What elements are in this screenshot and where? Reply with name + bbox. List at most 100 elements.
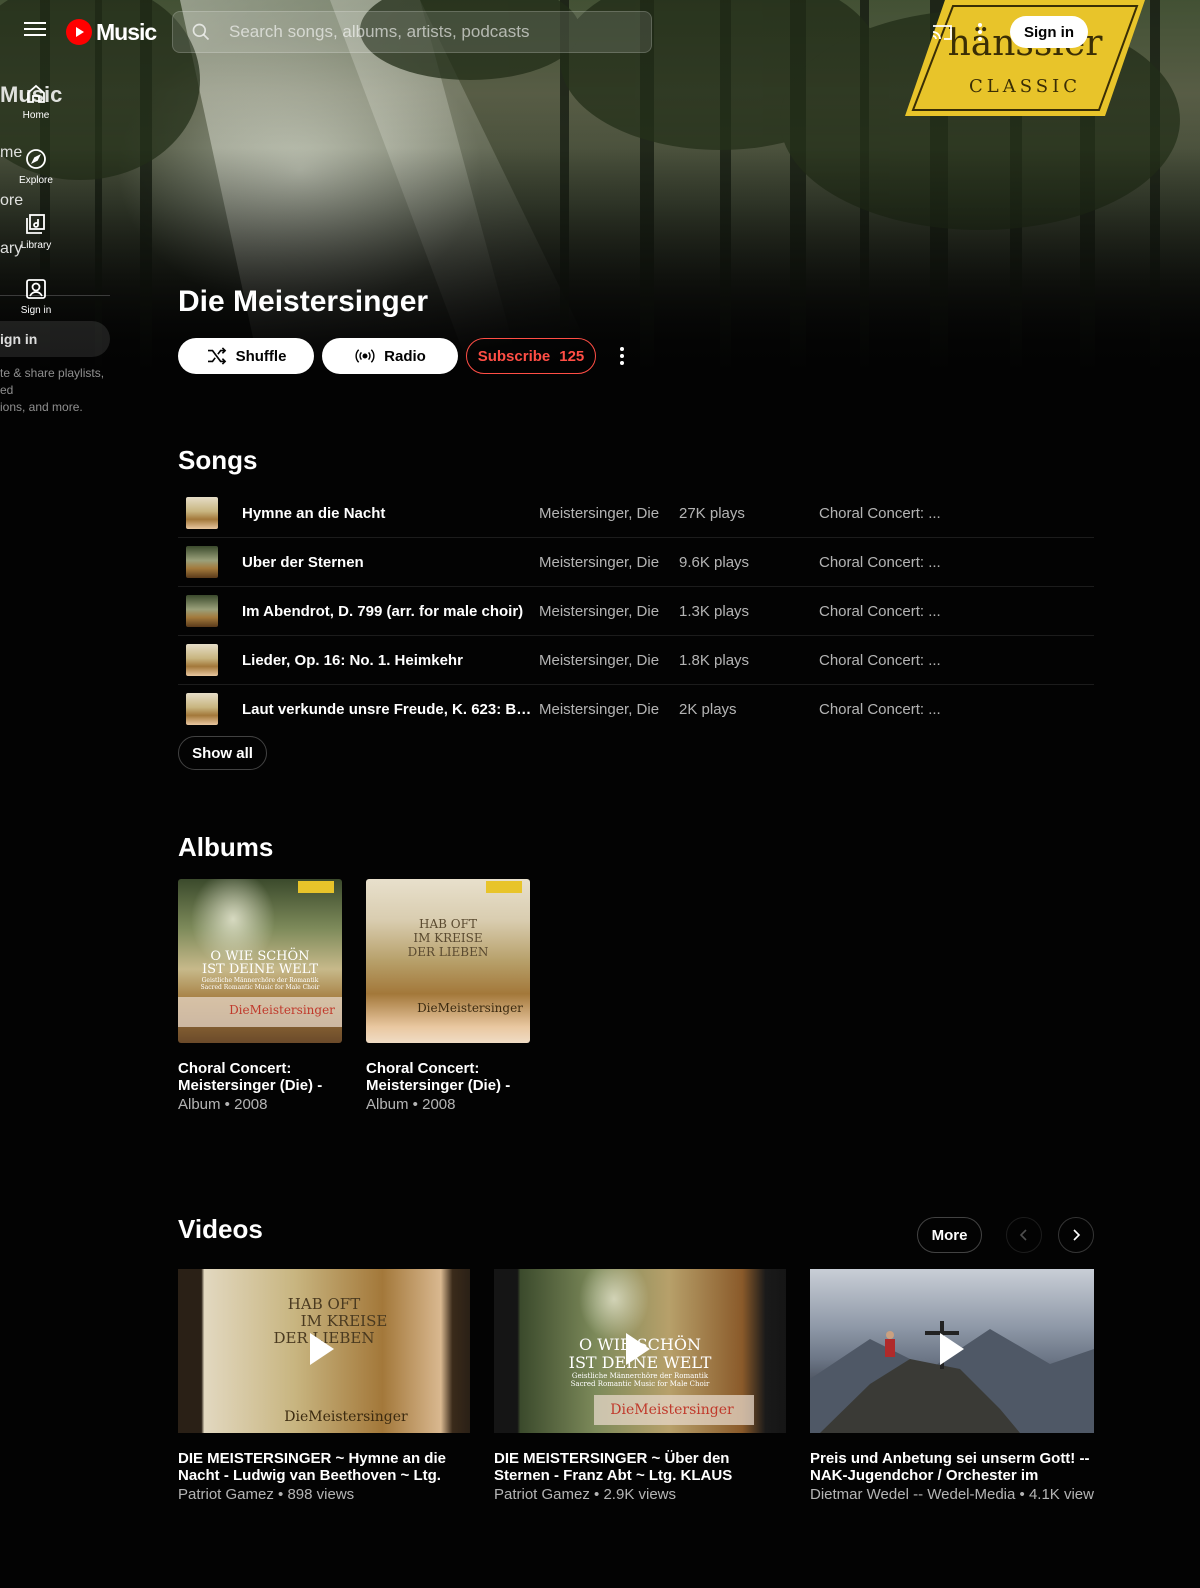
cover-subtitle: Sacred Romantic Music for Male Choir [200, 984, 320, 991]
song-artist[interactable]: Meistersinger, Die [539, 652, 659, 669]
song-artist[interactable]: Meistersinger, Die [539, 701, 659, 718]
song-title[interactable]: Im Abendrot, D. 799 (arr. for male choir… [242, 603, 532, 620]
song-album[interactable]: Choral Concert: ... [819, 652, 941, 669]
sidebar-item-label: Explore [19, 175, 53, 186]
thumbnail-title: IM KREISE [300, 1312, 388, 1330]
video-thumbnail[interactable]: O WIE SCHÖN IST DEINE WELT Geistliche Mä… [494, 1269, 786, 1433]
show-all-button[interactable]: Show all [178, 736, 267, 770]
play-icon [626, 1333, 650, 1365]
sidebar-item-library[interactable]: Library [0, 212, 72, 272]
album-title[interactable]: Choral Concert: Meistersinger (Die) - [178, 1060, 342, 1094]
subscribe-button[interactable]: Subscribe 125 [466, 338, 596, 374]
youtube-play-icon [66, 19, 92, 45]
home-icon [27, 84, 45, 103]
library-icon [26, 214, 45, 234]
thumbnail-title: HAB OFT [287, 1295, 361, 1313]
compass-icon [26, 149, 46, 169]
subscriber-count: 125 [559, 347, 585, 365]
song-plays: 27K plays [679, 505, 745, 522]
song-row[interactable]: Im Abendrot, D. 799 (arr. for male choir… [178, 587, 1094, 636]
video-card[interactable]: Preis und Anbetung sei unserm Gott! -- N… [810, 1269, 1094, 1503]
album-subtitle: Album • 2008 [366, 1096, 456, 1113]
videos-heading: Videos [178, 1214, 263, 1244]
sidebar-item-home[interactable]: Home [0, 82, 72, 142]
song-title[interactable]: Lieder, Op. 16: No. 1. Heimkehr [242, 652, 532, 669]
sidebar-item-label: Library [20, 240, 52, 251]
carousel-next-button[interactable] [1058, 1217, 1094, 1253]
video-card[interactable]: HAB OFT IM KREISE DER LIEBEN DieMeisters… [178, 1269, 470, 1503]
song-title[interactable]: Uber der Sternen [242, 554, 532, 571]
song-row[interactable]: Uber der Sternen Meistersinger, Die 9.6K p… [178, 538, 1094, 587]
top-bar: Music Sign in [0, 0, 1200, 64]
song-row[interactable]: Hymne an die Nacht Meistersinger, Die 27K … [178, 489, 1094, 538]
video-card[interactable]: O WIE SCHÖN IST DEINE WELT Geistliche Mä… [494, 1269, 786, 1503]
radio-label: Radio [384, 347, 426, 365]
song-plays: 1.8K plays [679, 652, 750, 669]
song-thumbnail[interactable] [186, 546, 218, 578]
song-title[interactable]: Laut verkunde unsre Freude, K. 623: Bru.… [242, 701, 532, 718]
song-thumbnail[interactable] [186, 497, 218, 529]
badge-sub-text: CLASSIC [969, 76, 1081, 97]
cast-icon[interactable] [930, 20, 954, 44]
account-icon [26, 279, 46, 299]
subscribe-label: Subscribe [477, 347, 551, 365]
song-thumbnail[interactable] [186, 644, 218, 676]
album-cover[interactable]: O WIE SCHÖN IST DEINE WELT Geistliche Mä… [178, 879, 342, 1043]
search-input[interactable] [229, 22, 629, 42]
song-plays: 1.3K plays [679, 603, 750, 620]
albums-heading: Albums [178, 832, 274, 862]
song-album[interactable]: Choral Concert: ... [819, 554, 941, 571]
song-album[interactable]: Choral Concert: ... [819, 701, 941, 718]
youtube-music-logo[interactable]: Music [66, 18, 157, 46]
song-album[interactable]: Choral Concert: ... [819, 603, 941, 620]
artist-name: Die Meistersinger [178, 285, 429, 318]
songs-list: Hymne an die Nacht Meistersinger, Die 27K … [178, 489, 1094, 734]
logo-wordmark: Music [96, 18, 157, 45]
video-title[interactable]: DIE MEISTERSINGER ~ Hymne an die Nacht -… [178, 1450, 470, 1484]
video-title[interactable]: DIE MEISTERSINGER ~ Über den Sternen - F… [494, 1450, 786, 1484]
sidebar-item-explore[interactable]: Explore [0, 147, 72, 207]
song-artist[interactable]: Meistersinger, Die [539, 603, 659, 620]
cover-brand: DieMeistersinger [417, 1001, 523, 1015]
search-icon [192, 23, 210, 41]
video-thumbnail[interactable]: HAB OFT IM KREISE DER LIEBEN DieMeisters… [178, 1269, 470, 1433]
shuffle-button[interactable]: Shuffle [178, 338, 314, 374]
song-thumbnail[interactable] [186, 693, 218, 725]
cover-subtitle: Geistliche Männerchöre der Romantik [201, 977, 319, 984]
play-icon [940, 1333, 964, 1365]
shuffle-icon [207, 347, 226, 365]
menu-icon[interactable] [22, 18, 48, 44]
video-meta: Patriot Gamez • 2.9K views [494, 1486, 677, 1503]
cover-title: HAB OFT [419, 917, 477, 931]
album-cover[interactable]: HAB OFT IM KREISE DER LIEBEN DieMeisters… [366, 879, 530, 1043]
album-card[interactable]: O WIE SCHÖN IST DEINE WELT Geistliche Mä… [178, 879, 342, 1113]
sidebar-item-sign-in[interactable]: Sign in [0, 277, 72, 337]
song-row[interactable]: Laut verkunde unsre Freude, K. 623: Bru.… [178, 685, 1094, 734]
search-box[interactable] [172, 11, 652, 53]
song-thumbnail[interactable] [186, 595, 218, 627]
album-title[interactable]: Choral Concert: Meistersinger (Die) - [366, 1060, 530, 1094]
sign-in-button[interactable]: Sign in [1010, 16, 1088, 48]
artist-more-options-icon[interactable] [617, 344, 627, 368]
radio-icon [355, 349, 375, 363]
video-meta: Dietmar Wedel -- Wedel-Media • 4.1K view… [810, 1486, 1094, 1503]
more-videos-button[interactable]: More [917, 1217, 982, 1253]
song-artist[interactable]: Meistersinger, Die [539, 505, 659, 522]
sidebar-item-label: Home [22, 110, 50, 121]
more-options-icon[interactable] [975, 20, 985, 44]
radio-button[interactable]: Radio [322, 338, 458, 374]
album-card[interactable]: HAB OFT IM KREISE DER LIEBEN DieMeisters… [366, 879, 530, 1113]
song-row[interactable]: Lieder, Op. 16: No. 1. Heimkehr Meistersi… [178, 636, 1094, 685]
song-artist[interactable]: Meistersinger, Die [539, 554, 659, 571]
thumbnail-brand: DieMeistersinger [284, 1409, 408, 1425]
song-title[interactable]: Hymne an die Nacht [242, 505, 532, 522]
video-thumbnail[interactable] [810, 1269, 1094, 1433]
song-album[interactable]: Choral Concert: ... [819, 505, 941, 522]
cover-title: DER LIEBEN [407, 945, 489, 959]
video-title[interactable]: Preis und Anbetung sei unserm Gott! -- N… [810, 1450, 1094, 1484]
chevron-right-icon [1073, 1229, 1081, 1241]
carousel-previous-button[interactable] [1006, 1217, 1042, 1253]
cover-title: IM KREISE [413, 931, 483, 945]
song-plays: 9.6K plays [679, 554, 750, 571]
cover-title: IST DEINE WELT [202, 962, 318, 977]
